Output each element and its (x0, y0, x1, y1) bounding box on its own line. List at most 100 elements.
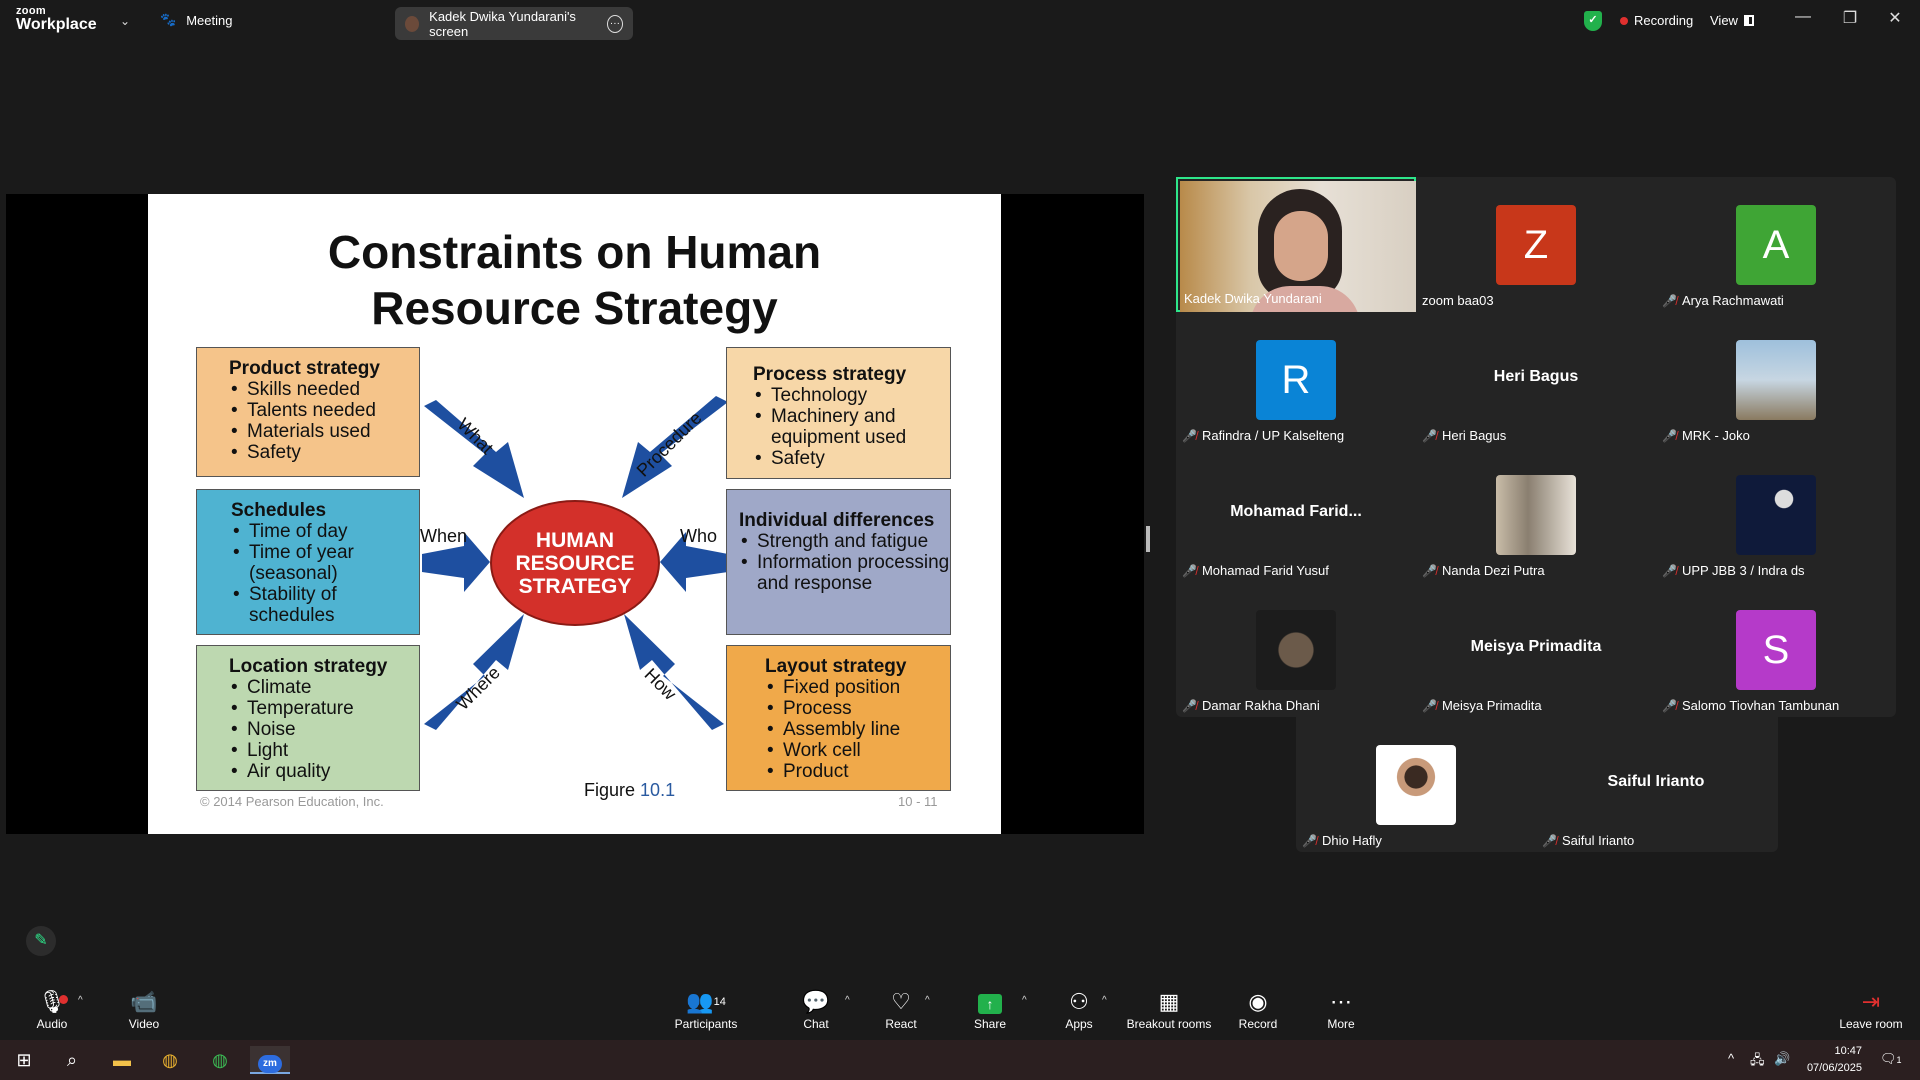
audio-button[interactable]: 🎙 Audio (7, 989, 97, 1031)
box-process-strategy: Process strategy Technology Machinery an… (726, 347, 951, 479)
microphone-icon: 🎙 (38, 989, 66, 1014)
file-explorer-icon[interactable]: ▬ (102, 1046, 142, 1074)
participant-avatar: S (1736, 610, 1816, 690)
box-list: Time of day Time of year (seasonal) Stab… (231, 521, 419, 626)
react-button[interactable]: ♡ React (856, 989, 946, 1031)
search-icon[interactable]: ⌕ (52, 1046, 92, 1074)
participant-name: zoom baa03 (1422, 293, 1494, 308)
chevron-down-icon[interactable]: ⌄ (120, 14, 130, 28)
arrow-where (424, 614, 524, 730)
participant-name: 🎤̸ Damar Rakha Dhani (1182, 698, 1320, 713)
breakout-grid-icon: ▦ (1158, 989, 1180, 1014)
participant-tile[interactable]: S 🎤̸ Salomo Tiovhan Tambunan (1656, 582, 1896, 717)
hub-line3: STRATEGY (518, 574, 632, 598)
apps-label: Apps (1065, 1017, 1093, 1031)
record-label: Record (1238, 1017, 1278, 1031)
recording-label: Recording (1634, 13, 1694, 28)
clock-date: 07/06/2025 (1806, 1062, 1862, 1074)
video-label: Video (128, 1017, 160, 1031)
arrow-how (624, 614, 724, 730)
minimize-icon[interactable]: — (1788, 8, 1818, 26)
slide-figure-caption: Figure 10.1 (584, 780, 675, 801)
hub-line1: HUMAN (535, 528, 615, 552)
participant-name: 🎤̸ UPP JBB 3 / Indra ds (1662, 563, 1805, 578)
view-label: View (1710, 13, 1738, 28)
more-options-icon[interactable]: ··· (606, 14, 623, 33)
show-hidden-icons-chevron[interactable]: ^ (1728, 1051, 1734, 1066)
record-button[interactable]: ◉ Record (1213, 989, 1303, 1031)
list-item: Stability of schedules (231, 584, 419, 626)
list-item: Air quality (229, 761, 419, 782)
box-title: Process strategy (753, 364, 907, 385)
mic-muted-icon: 🎤̸ (1422, 428, 1437, 443)
system-clock[interactable]: 10:47 07/06/2025 (1796, 1043, 1862, 1077)
more-button[interactable]: ⋯ More (1296, 989, 1386, 1031)
participant-tile[interactable]: Saiful Irianto 🎤̸ Saiful Irianto (1536, 717, 1776, 852)
participant-photo (1736, 475, 1816, 555)
participant-photo (1736, 340, 1816, 420)
react-options-caret[interactable]: ^ (925, 995, 930, 1006)
windows-start-icon[interactable]: ⊞ (4, 1046, 44, 1074)
notifications-icon[interactable]: 🗨1 (1880, 1051, 1902, 1067)
video-button[interactable]: 📹 Video (99, 989, 189, 1031)
breakout-rooms-button[interactable]: ▦ Breakout rooms (1124, 989, 1214, 1031)
participant-tile-active-speaker[interactable]: Kadek Dwika Yundarani (1176, 177, 1416, 312)
resize-handle[interactable] (1146, 526, 1150, 552)
slide-copyright: © 2014 Pearson Education, Inc. (200, 794, 384, 809)
participants-count: 14 (713, 996, 726, 1008)
mic-muted-icon: 🎤̸ (1182, 698, 1197, 713)
mic-muted-icon: 🎤̸ (1422, 698, 1437, 713)
participant-tile[interactable]: 🎤̸ Damar Rakha Dhani (1176, 582, 1416, 717)
leave-room-button[interactable]: ⇥ Leave room (1826, 989, 1916, 1031)
chrome-profile-icon[interactable]: ◍ (200, 1046, 240, 1074)
network-icon[interactable]: 🖧 (1750, 1051, 1765, 1073)
restore-icon[interactable]: ❐ (1835, 8, 1865, 28)
apps-options-caret[interactable]: ^ (1102, 995, 1107, 1006)
audio-options-caret[interactable]: ^ (78, 995, 83, 1006)
meeting-info-button[interactable]: 🐾 Meeting (160, 12, 232, 28)
box-title: Schedules (231, 500, 327, 521)
apps-icon: ⚇ (1069, 989, 1089, 1014)
volume-icon[interactable]: 🔊 (1774, 1051, 1790, 1067)
screen-share-pill[interactable]: Kadek Dwika Yundarani's screen ··· (395, 7, 633, 40)
participants-button[interactable]: 👥14 Participants (661, 989, 751, 1031)
presenter-avatar (405, 15, 420, 32)
close-icon[interactable]: ✕ (1880, 8, 1910, 28)
participant-tile[interactable]: Meisya Primadita 🎤̸ Meisya Primadita (1416, 582, 1656, 717)
participant-avatar: A (1736, 205, 1816, 285)
react-label: React (885, 1017, 917, 1031)
mic-muted-icon: 🎤̸ (1302, 833, 1317, 848)
participant-name: Kadek Dwika Yundarani (1184, 291, 1322, 306)
participant-tile[interactable]: 🎤̸ Dhio Hafly (1296, 717, 1536, 852)
share-options-caret[interactable]: ^ (1022, 995, 1027, 1006)
recording-indicator[interactable]: Recording (1620, 13, 1693, 28)
participant-name: 🎤̸ Heri Bagus (1422, 428, 1507, 443)
participant-tile[interactable]: Mohamad Farid... 🎤̸ Mohamad Farid Yusuf (1176, 447, 1416, 582)
participant-tile[interactable]: R 🎤̸ Rafindra / UP Kalselteng (1176, 312, 1416, 447)
chat-options-caret[interactable]: ^ (845, 995, 850, 1006)
share-arrow-icon: ↑ (978, 994, 1002, 1014)
more-label: More (1327, 1017, 1355, 1031)
participant-tile[interactable]: A 🎤̸ Arya Rachmawati (1656, 177, 1896, 312)
participants-icon: 👥14 (686, 989, 726, 1014)
box-list: Fixed position Process Assembly line Wor… (765, 677, 950, 782)
annotate-pencil-icon[interactable]: ✎ (26, 926, 56, 956)
list-item: Technology (753, 385, 950, 406)
participant-tile[interactable]: 🎤̸ UPP JBB 3 / Indra ds (1656, 447, 1896, 582)
participant-tile[interactable]: Heri Bagus 🎤̸ Heri Bagus (1416, 312, 1656, 447)
participant-tile[interactable]: 🎤̸ MRK - Joko (1656, 312, 1896, 447)
security-shield-icon[interactable]: ✓ (1584, 11, 1602, 31)
hub-line2: RESOURCE (515, 551, 635, 575)
mic-muted-icon: 🎤̸ (1662, 428, 1677, 443)
view-button[interactable]: View (1710, 13, 1754, 28)
apps-button[interactable]: ⚇ Apps (1034, 989, 1124, 1031)
breakout-label: Breakout rooms (1126, 1017, 1212, 1031)
meeting-icon: 🐾 (160, 12, 177, 27)
box-title: Layout strategy (765, 656, 907, 677)
chrome-icon[interactable]: ◍ (150, 1046, 190, 1074)
zoom-app-icon[interactable]: zm (250, 1046, 290, 1074)
list-item: Assembly line (765, 719, 950, 740)
participant-tile[interactable]: Z zoom baa03 (1416, 177, 1656, 312)
participant-tile[interactable]: 🎤̸ Nanda Dezi Putra (1416, 447, 1656, 582)
box-list: Technology Machinery and equipment used … (753, 385, 950, 469)
